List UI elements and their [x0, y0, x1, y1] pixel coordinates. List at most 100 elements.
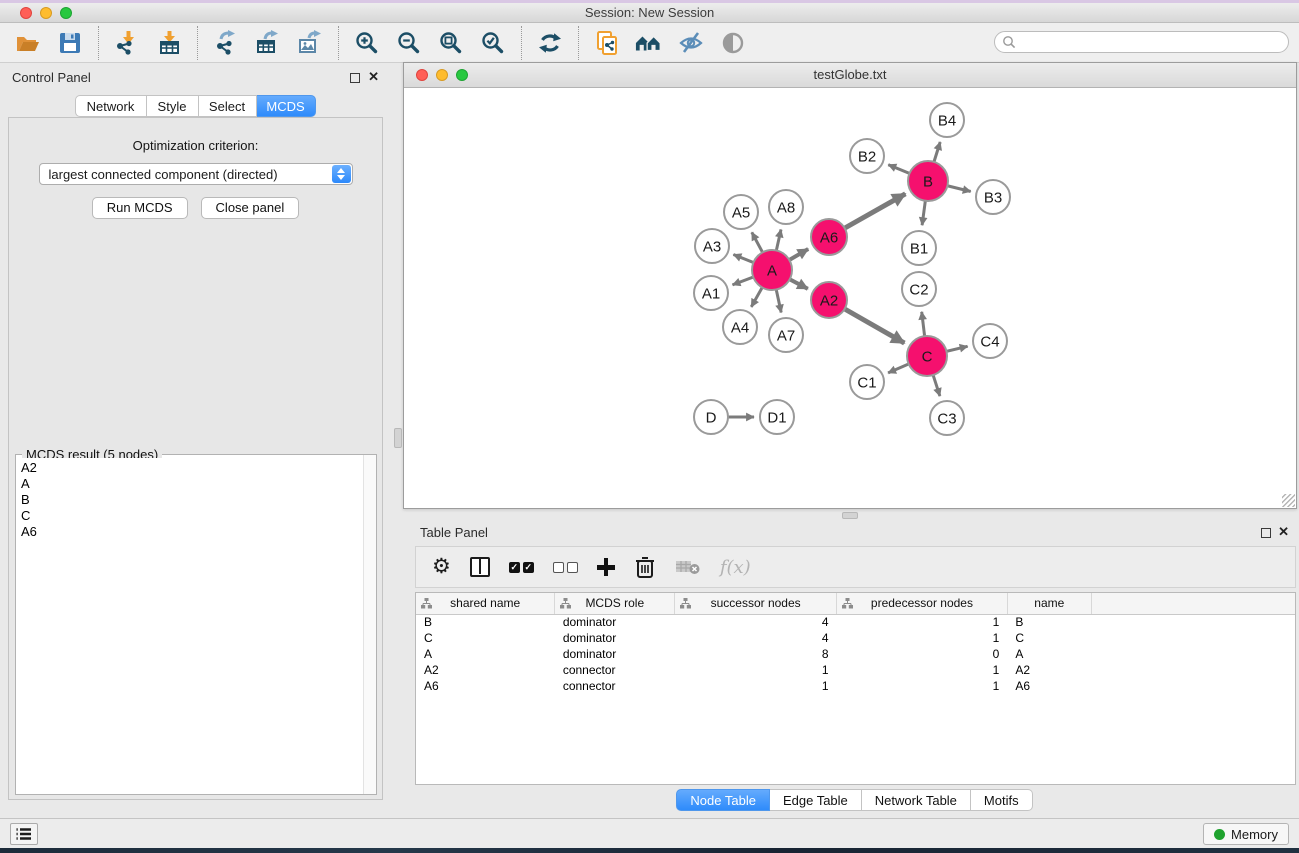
tab-mcds[interactable]: MCDS: [257, 95, 316, 117]
network-node-D1[interactable]: D1: [760, 400, 794, 434]
table-cell[interactable]: connector: [555, 662, 675, 678]
tab-style[interactable]: Style: [147, 95, 199, 117]
select-all-rows-icon[interactable]: ✓✓: [509, 553, 534, 581]
network-node-B3[interactable]: B3: [976, 180, 1010, 214]
export-network-icon[interactable]: [212, 29, 240, 57]
result-item[interactable]: C: [21, 508, 362, 524]
network-window-titlebar[interactable]: testGlobe.txt: [404, 63, 1296, 88]
network-node-A5[interactable]: A5: [724, 195, 758, 229]
network-node-C1[interactable]: C1: [850, 365, 884, 399]
network-node-C4[interactable]: C4: [973, 324, 1007, 358]
tab-network[interactable]: Network: [75, 95, 147, 117]
optimization-select[interactable]: largest connected component (directed): [39, 163, 353, 185]
close-panel-icon[interactable]: ✕: [1278, 524, 1289, 540]
table-cell[interactable]: 0: [837, 646, 1008, 662]
table-row[interactable]: A6connector11A6: [416, 678, 1295, 694]
table-cell[interactable]: B: [416, 614, 555, 630]
network-zoom-button[interactable]: [456, 69, 468, 81]
close-window-button[interactable]: [20, 7, 32, 19]
result-item[interactable]: A: [21, 476, 362, 492]
network-node-C[interactable]: C: [907, 336, 947, 376]
network-node-A7[interactable]: A7: [769, 318, 803, 352]
table-cell[interactable]: A: [416, 646, 555, 662]
deselect-all-rows-icon[interactable]: [553, 553, 578, 581]
network-node-A3[interactable]: A3: [695, 229, 729, 263]
network-node-A[interactable]: A: [752, 250, 792, 290]
home-icon[interactable]: [635, 29, 663, 57]
delete-table-icon[interactable]: [675, 553, 701, 581]
refresh-icon[interactable]: [536, 29, 564, 57]
network-node-A4[interactable]: A4: [723, 310, 757, 344]
tab-motifs[interactable]: Motifs: [971, 789, 1033, 811]
network-node-A1[interactable]: A1: [694, 276, 728, 310]
result-item[interactable]: A2: [21, 460, 362, 476]
network-canvas[interactable]: B4B2BB3A8A5B1A3A6AA1C2A2A4A7CC4C1C3DD1: [405, 89, 1295, 507]
zoom-selected-icon[interactable]: [479, 29, 507, 57]
table-cell[interactable]: dominator: [555, 630, 675, 646]
zoom-fit-icon[interactable]: [437, 29, 465, 57]
table-cell[interactable]: 1: [675, 678, 837, 694]
network-node-B4[interactable]: B4: [930, 103, 964, 137]
table-cell[interactable]: 1: [675, 662, 837, 678]
run-mcds-button[interactable]: Run MCDS: [92, 197, 188, 219]
task-history-button[interactable]: [10, 823, 38, 845]
export-table-icon[interactable]: [254, 29, 282, 57]
network-node-B[interactable]: B: [908, 161, 948, 201]
result-scrollbar[interactable]: [363, 455, 376, 794]
close-panel-icon[interactable]: ✕: [368, 69, 379, 85]
table-cell[interactable]: A6: [1007, 678, 1091, 694]
add-column-icon[interactable]: [597, 553, 615, 581]
network-node-A6[interactable]: A6: [811, 219, 847, 255]
tab-edge-table[interactable]: Edge Table: [770, 789, 862, 811]
export-image-icon[interactable]: [296, 29, 324, 57]
network-node-D[interactable]: D: [694, 400, 728, 434]
search-input[interactable]: [994, 31, 1289, 53]
mcds-result-list[interactable]: A2ABCA6: [17, 458, 362, 793]
network-node-C3[interactable]: C3: [930, 401, 964, 435]
tab-node-table[interactable]: Node Table: [676, 789, 770, 811]
import-network-icon[interactable]: [113, 29, 141, 57]
float-panel-icon[interactable]: [1261, 528, 1271, 538]
table-row[interactable]: Adominator80A: [416, 646, 1295, 662]
network-overview-icon[interactable]: [593, 29, 621, 57]
import-table-icon[interactable]: [155, 29, 183, 57]
memory-button[interactable]: Memory: [1203, 823, 1289, 845]
table-cell[interactable]: 1: [837, 678, 1008, 694]
table-cell[interactable]: A2: [416, 662, 555, 678]
tab-network-table[interactable]: Network Table: [862, 789, 971, 811]
table-cell[interactable]: connector: [555, 678, 675, 694]
table-cell[interactable]: C: [1007, 630, 1091, 646]
window-resize-grip[interactable]: [1282, 494, 1295, 507]
table-cell[interactable]: 8: [675, 646, 837, 662]
column-header-predecessor-nodes[interactable]: predecessor nodes: [837, 593, 1008, 614]
network-close-button[interactable]: [416, 69, 428, 81]
table-settings-icon[interactable]: ⚙: [432, 553, 451, 581]
column-header-successor-nodes[interactable]: successor nodes: [675, 593, 837, 614]
column-header-shared-name[interactable]: shared name: [416, 593, 555, 614]
table-row[interactable]: Cdominator41C: [416, 630, 1295, 646]
table-row[interactable]: A2connector11A2: [416, 662, 1295, 678]
table-cell[interactable]: 1: [837, 614, 1008, 630]
column-visibility-icon[interactable]: [470, 553, 490, 581]
table-cell[interactable]: C: [416, 630, 555, 646]
desktop-vertical-scrollbar[interactable]: [394, 428, 402, 448]
network-node-A2[interactable]: A2: [811, 282, 847, 318]
float-panel-icon[interactable]: [350, 73, 360, 83]
table-cell[interactable]: 1: [837, 662, 1008, 678]
zoom-window-button[interactable]: [60, 7, 72, 19]
close-panel-button[interactable]: Close panel: [201, 197, 300, 219]
show-graphics-icon[interactable]: [719, 29, 747, 57]
result-item[interactable]: A6: [21, 524, 362, 540]
table-cell[interactable]: dominator: [555, 646, 675, 662]
network-node-B2[interactable]: B2: [850, 139, 884, 173]
column-header-MCDS-role[interactable]: MCDS role: [555, 593, 675, 614]
hide-graphics-icon[interactable]: [677, 29, 705, 57]
table-cell[interactable]: 4: [675, 630, 837, 646]
table-cell[interactable]: 1: [837, 630, 1008, 646]
network-node-B1[interactable]: B1: [902, 231, 936, 265]
zoom-in-icon[interactable]: [353, 29, 381, 57]
table-row[interactable]: Bdominator41B: [416, 614, 1295, 630]
column-header-name[interactable]: name: [1007, 593, 1091, 614]
save-session-icon[interactable]: [56, 29, 84, 57]
minimize-window-button[interactable]: [40, 7, 52, 19]
